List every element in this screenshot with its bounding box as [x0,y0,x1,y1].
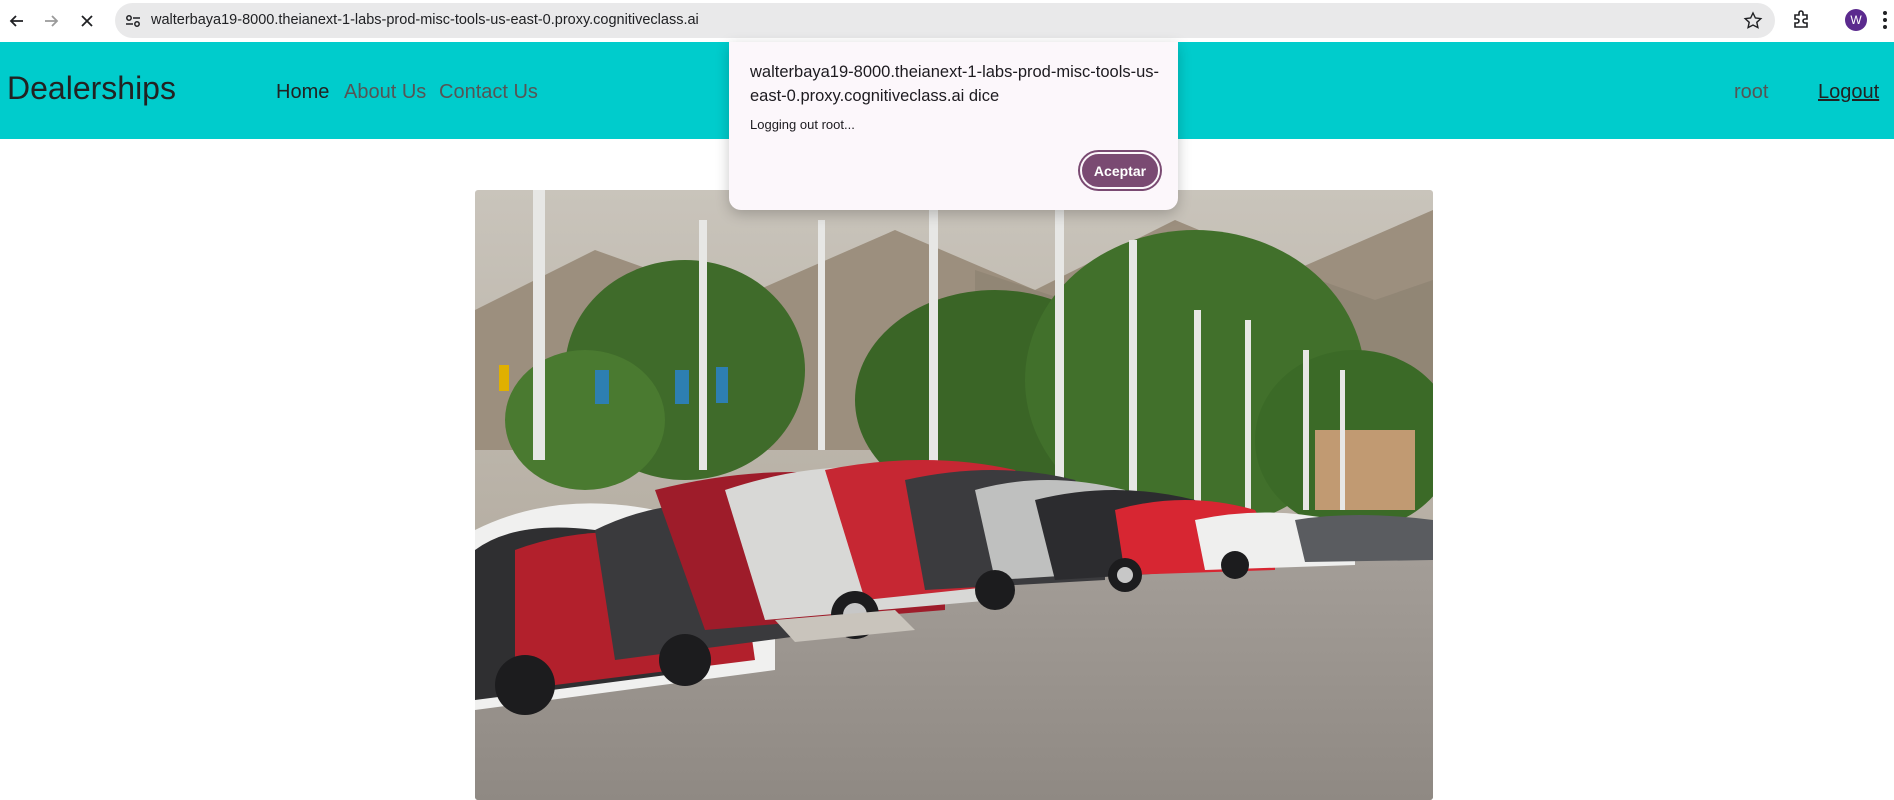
profile-avatar[interactable]: W [1845,9,1867,31]
dialog-title: walterbaya19-8000.theianext-1-labs-prod-… [750,63,1160,105]
close-icon [81,15,93,27]
logout-link[interactable]: Logout [1818,42,1879,142]
username-label: root [1734,81,1769,103]
hero-image [475,190,1433,800]
nav-home[interactable]: Home [276,42,329,142]
browser-toolbar: walterbaya19-8000.theianext-1-labs-prod-… [0,0,1894,42]
arrow-left-icon [9,15,23,27]
brand-logo[interactable]: Dealerships [7,42,176,134]
nav-contact-us[interactable]: Contact Us [439,42,538,142]
address-bar[interactable]: walterbaya19-8000.theianext-1-labs-prod-… [115,3,1775,38]
site-settings-icon[interactable] [124,12,142,30]
stop-loading-button[interactable] [72,6,102,36]
accept-button[interactable]: Aceptar [1080,152,1160,189]
forward-button[interactable] [36,6,66,36]
arrow-right-icon [45,15,59,27]
nav-about-us[interactable]: About Us [344,42,426,142]
dialog-message: Logging out root... [750,117,855,132]
extensions-icon[interactable] [1790,8,1814,32]
url-text[interactable]: walterbaya19-8000.theianext-1-labs-prod-… [151,3,699,38]
bookmark-star-icon[interactable] [1743,11,1763,31]
more-menu-icon[interactable] [1880,8,1890,32]
back-button[interactable] [2,6,32,36]
